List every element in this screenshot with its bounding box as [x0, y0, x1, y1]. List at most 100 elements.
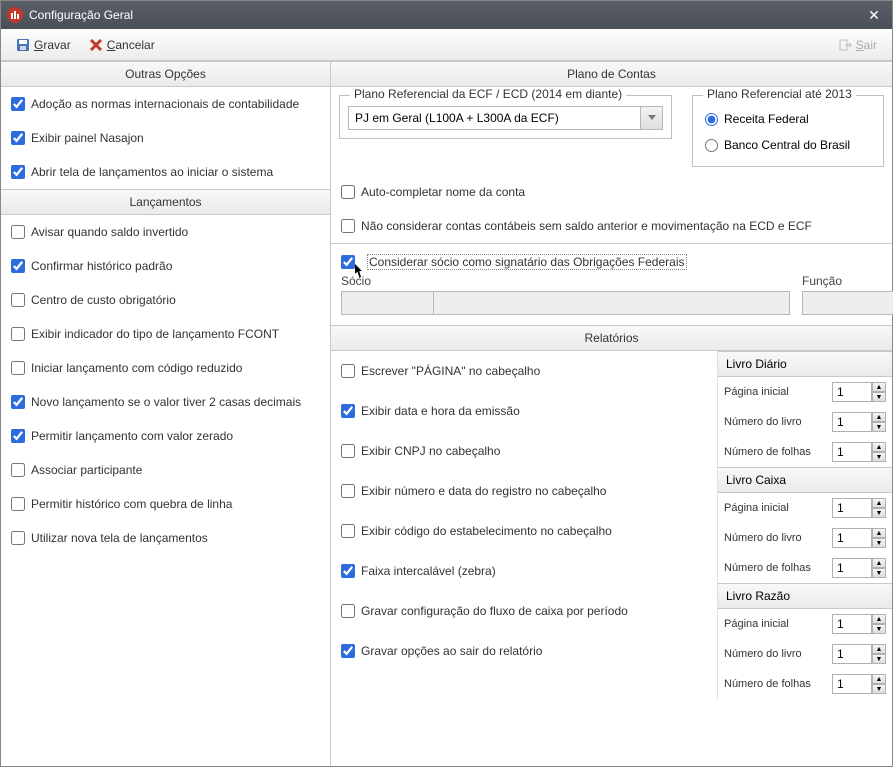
- spinner-up-icon[interactable]: ▲: [872, 528, 886, 538]
- book-2-row-0-spinner[interactable]: ▲▼: [832, 614, 886, 634]
- report-chk-1: Exibir data e hora da emissão: [331, 391, 717, 431]
- book-2-row-2-input[interactable]: [832, 674, 872, 694]
- spinner-up-icon[interactable]: ▲: [872, 558, 886, 568]
- ecf-value[interactable]: [348, 106, 641, 130]
- book-0-row-0: Página inicial ▲▼: [718, 377, 892, 407]
- socio-select[interactable]: [341, 291, 421, 315]
- ref2013-radio-0[interactable]: [705, 113, 718, 126]
- lanc-opt-3-label: Exibir indicador do tipo de lançamento F…: [31, 327, 279, 341]
- lanc-opt-4-checkbox[interactable]: [11, 361, 25, 375]
- book-1-row-1-input[interactable]: [832, 528, 872, 548]
- lanc-opt-6-label: Permitir lançamento com valor zerado: [31, 429, 233, 443]
- lanc-opt-5-label: Novo lançamento se o valor tiver 2 casas…: [31, 395, 301, 409]
- spinner-up-icon[interactable]: ▲: [872, 498, 886, 508]
- section-header-lancamentos: Lançamentos: [1, 189, 330, 215]
- book-1-row-1-spinner[interactable]: ▲▼: [832, 528, 886, 548]
- book-0-row-1-spinner[interactable]: ▲▼: [832, 412, 886, 432]
- spinner-up-icon[interactable]: ▲: [872, 614, 886, 624]
- section-header-plano: Plano de Contas: [331, 61, 892, 87]
- outras-opt-0: Adoção as normas internacionais de conta…: [1, 87, 330, 121]
- ecf-select[interactable]: [348, 106, 663, 130]
- spinner-down-icon[interactable]: ▼: [872, 568, 886, 578]
- funcao-select[interactable]: [802, 291, 882, 315]
- lanc-opt-0-checkbox[interactable]: [11, 225, 25, 239]
- spinner-down-icon[interactable]: ▼: [872, 684, 886, 694]
- spinner-down-icon[interactable]: ▼: [872, 392, 886, 402]
- book-0-row-2-spinner[interactable]: ▲▼: [832, 442, 886, 462]
- report-chk-5-label: Faixa intercalável (zebra): [361, 564, 496, 578]
- book-1-row-0: Página inicial▲▼: [718, 493, 892, 523]
- outras-opt-2: Abrir tela de lançamentos ao iniciar o s…: [1, 155, 330, 189]
- spinner-down-icon[interactable]: ▼: [872, 508, 886, 518]
- book-0-row-0-label: Página inicial: [724, 386, 828, 398]
- spinner-down-icon[interactable]: ▼: [872, 624, 886, 634]
- lanc-opt-2-checkbox[interactable]: [11, 293, 25, 307]
- lanc-opt-6: Permitir lançamento com valor zerado: [1, 419, 330, 453]
- spinner-up-icon[interactable]: ▲: [872, 644, 886, 654]
- report-chk-1-checkbox[interactable]: [341, 404, 355, 418]
- toolbar: Gravar Cancelar Sair: [1, 29, 892, 61]
- socio-desc-input[interactable]: [433, 291, 790, 315]
- spinner-down-icon[interactable]: ▼: [872, 422, 886, 432]
- lanc-opt-7-checkbox[interactable]: [11, 463, 25, 477]
- close-icon[interactable]: ✕: [862, 7, 886, 24]
- report-chk-3-label: Exibir número e data do registro no cabe…: [361, 484, 606, 498]
- lanc-opt-2: Centro de custo obrigatório: [1, 283, 330, 317]
- outras-opt-2-checkbox[interactable]: [11, 165, 25, 179]
- signatario-checkbox[interactable]: [341, 255, 355, 269]
- spinner-up-icon[interactable]: ▲: [872, 442, 886, 452]
- report-chk-3-checkbox[interactable]: [341, 484, 355, 498]
- book-header-1: Livro Caixa: [718, 468, 892, 493]
- spinner-up-icon[interactable]: ▲: [872, 382, 886, 392]
- ref2013-opt-1: Banco Central do Brasil: [701, 132, 875, 158]
- cancel-button[interactable]: Cancelar: [80, 34, 164, 56]
- report-chk-4: Exibir código do estabelecimento no cabe…: [331, 511, 717, 551]
- book-0-row-0-input[interactable]: [832, 382, 872, 402]
- report-chk-0-checkbox[interactable]: [341, 364, 355, 378]
- lanc-opt-3-checkbox[interactable]: [11, 327, 25, 341]
- lanc-opt-6-checkbox[interactable]: [11, 429, 25, 443]
- book-1-row-2-spinner[interactable]: ▲▼: [832, 558, 886, 578]
- book-0-row-2-input[interactable]: [832, 442, 872, 462]
- book-2-row-1-input[interactable]: [832, 644, 872, 664]
- book-0-row-1-input[interactable]: [832, 412, 872, 432]
- book-0-row-2: Número de folhas▲▼: [718, 437, 892, 467]
- lanc-opt-5-checkbox[interactable]: [11, 395, 25, 409]
- chevron-down-icon[interactable]: [641, 106, 663, 130]
- exit-icon: [838, 38, 852, 52]
- spinner-up-icon[interactable]: ▲: [872, 674, 886, 684]
- report-chk-6-checkbox[interactable]: [341, 604, 355, 618]
- lanc-opt-9-checkbox[interactable]: [11, 531, 25, 545]
- plano-chk-0-label: Auto-completar nome da conta: [361, 185, 525, 199]
- report-chk-4-checkbox[interactable]: [341, 524, 355, 538]
- book-2-row-2: Número de folhas ▲▼: [718, 669, 892, 699]
- spinner-down-icon[interactable]: ▼: [872, 538, 886, 548]
- save-button[interactable]: Gravar: [7, 34, 80, 56]
- outras-opt-0-checkbox[interactable]: [11, 97, 25, 111]
- socio-desc[interactable]: [433, 291, 790, 315]
- exit-button[interactable]: Sair: [829, 34, 886, 56]
- outras-opt-1-checkbox[interactable]: [11, 131, 25, 145]
- funcao-input[interactable]: [802, 291, 893, 315]
- book-1-row-0-input[interactable]: [832, 498, 872, 518]
- report-chk-5-checkbox[interactable]: [341, 564, 355, 578]
- right-column: Plano de Contas Plano Referencial da ECF…: [331, 61, 892, 766]
- plano-chk-1-checkbox[interactable]: [341, 219, 355, 233]
- spinner-up-icon[interactable]: ▲: [872, 412, 886, 422]
- report-chk-7-checkbox[interactable]: [341, 644, 355, 658]
- spinner-down-icon[interactable]: ▼: [872, 654, 886, 664]
- book-2-row-0-input[interactable]: [832, 614, 872, 634]
- save-label-u: G: [34, 38, 43, 52]
- book-2-row-2-label: Número de folhas: [724, 678, 828, 690]
- book-0-row-0-spinner[interactable]: ▲▼: [832, 382, 886, 402]
- lanc-opt-1-checkbox[interactable]: [11, 259, 25, 273]
- lanc-opt-8-checkbox[interactable]: [11, 497, 25, 511]
- plano-chk-0-checkbox[interactable]: [341, 185, 355, 199]
- spinner-down-icon[interactable]: ▼: [872, 452, 886, 462]
- book-2-row-1-spinner[interactable]: ▲▼: [832, 644, 886, 664]
- report-chk-2-checkbox[interactable]: [341, 444, 355, 458]
- ref2013-radio-1[interactable]: [705, 139, 718, 152]
- book-1-row-2-input[interactable]: [832, 558, 872, 578]
- book-1-row-0-spinner[interactable]: ▲▼: [832, 498, 886, 518]
- book-2-row-2-spinner[interactable]: ▲▼: [832, 674, 886, 694]
